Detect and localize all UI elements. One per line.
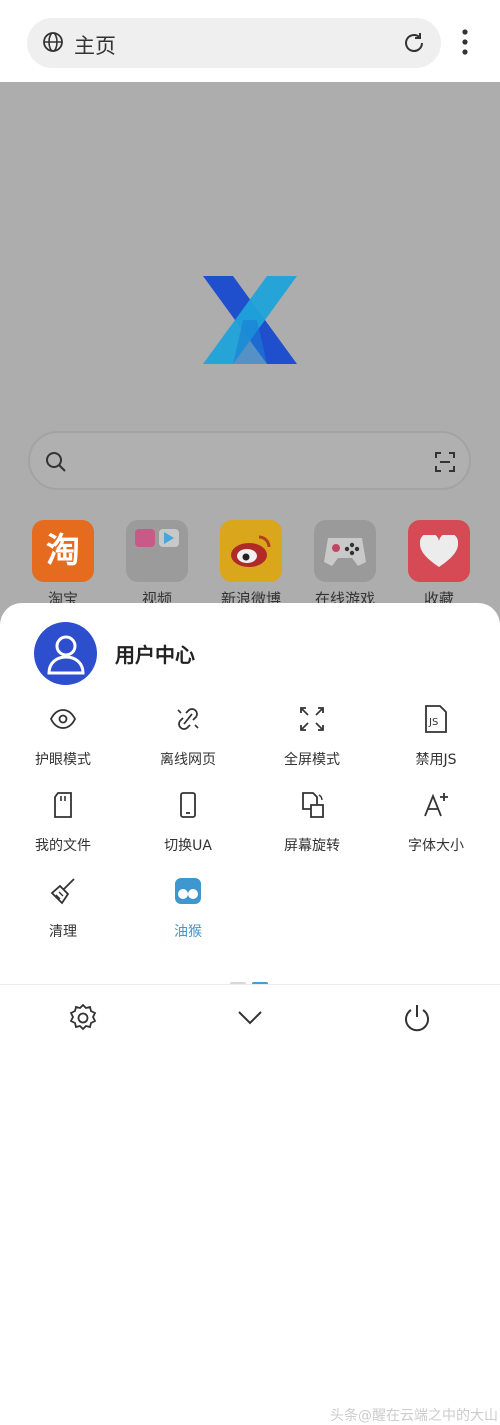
user-icon xyxy=(47,635,85,675)
address-bar[interactable]: 主页 xyxy=(27,18,441,68)
settings-gear-icon[interactable] xyxy=(68,1003,98,1033)
bottom-toolbar: 头条@醒在云端之中的大山 xyxy=(0,984,500,1424)
scan-icon[interactable] xyxy=(434,451,456,473)
taobao-icon: 淘 xyxy=(32,520,94,582)
user-center-title[interactable]: 用户中心 xyxy=(115,639,195,668)
rotate-screen-icon xyxy=(302,792,324,818)
broom-icon xyxy=(50,878,75,905)
home-search-box[interactable] xyxy=(28,431,471,490)
power-icon[interactable] xyxy=(402,1003,432,1033)
menu-eye-protection[interactable]: 护眼模式 xyxy=(8,705,118,781)
menu-screen-rotation[interactable]: 屏幕旋转 xyxy=(257,791,367,867)
shortcut-favorites[interactable]: 收藏 xyxy=(408,520,470,608)
menu-clean[interactable]: 清理 xyxy=(8,877,118,953)
menu-offline-pages[interactable]: 离线网页 xyxy=(133,705,243,781)
menu-tampermonkey[interactable]: 油猴 xyxy=(133,877,243,953)
font-size-icon xyxy=(424,793,448,817)
more-menu-icon[interactable] xyxy=(455,28,475,56)
tampermonkey-icon xyxy=(175,878,201,904)
globe-icon xyxy=(43,32,63,52)
top-bar: 主页 xyxy=(0,0,500,82)
heart-icon xyxy=(408,520,470,582)
shortcut-weibo[interactable]: 新浪微博 xyxy=(220,520,282,608)
watermark: 头条@醒在云端之中的大山 xyxy=(330,1408,498,1424)
search-icon xyxy=(46,452,66,472)
shortcut-taobao[interactable]: 淘 淘宝 xyxy=(32,520,94,608)
shortcut-video[interactable]: 视频 xyxy=(126,520,188,608)
shortcut-games[interactable]: 在线游戏 xyxy=(314,520,376,608)
phone-icon xyxy=(180,792,196,818)
link-broken-icon xyxy=(177,708,199,730)
menu-fullscreen[interactable]: 全屏模式 xyxy=(257,705,367,781)
js-file-icon: JS xyxy=(425,705,447,733)
video-folder-icon xyxy=(126,520,188,582)
weibo-icon xyxy=(220,520,282,582)
chevron-down-icon[interactable] xyxy=(237,1007,263,1027)
eye-icon xyxy=(50,709,76,729)
menu-disable-js[interactable]: JS 禁用JS xyxy=(381,705,491,781)
avatar[interactable] xyxy=(34,622,97,685)
bottom-sheet-menu: 用户中心 护眼模式 离线网页 全屏模式 JS 禁用JS 我的文件 切换UA 屏幕… xyxy=(0,603,500,1424)
sd-card-icon xyxy=(54,792,72,818)
page-title: 主页 xyxy=(74,34,116,58)
menu-switch-ua[interactable]: 切换UA xyxy=(133,791,243,867)
menu-my-files[interactable]: 我的文件 xyxy=(8,791,118,867)
gamepad-icon xyxy=(314,520,376,582)
x-logo-icon xyxy=(203,276,297,364)
fullscreen-icon xyxy=(300,707,324,731)
reload-icon[interactable] xyxy=(401,30,427,56)
menu-font-size[interactable]: 字体大小 xyxy=(381,791,491,867)
svg-text:JS: JS xyxy=(428,717,438,728)
